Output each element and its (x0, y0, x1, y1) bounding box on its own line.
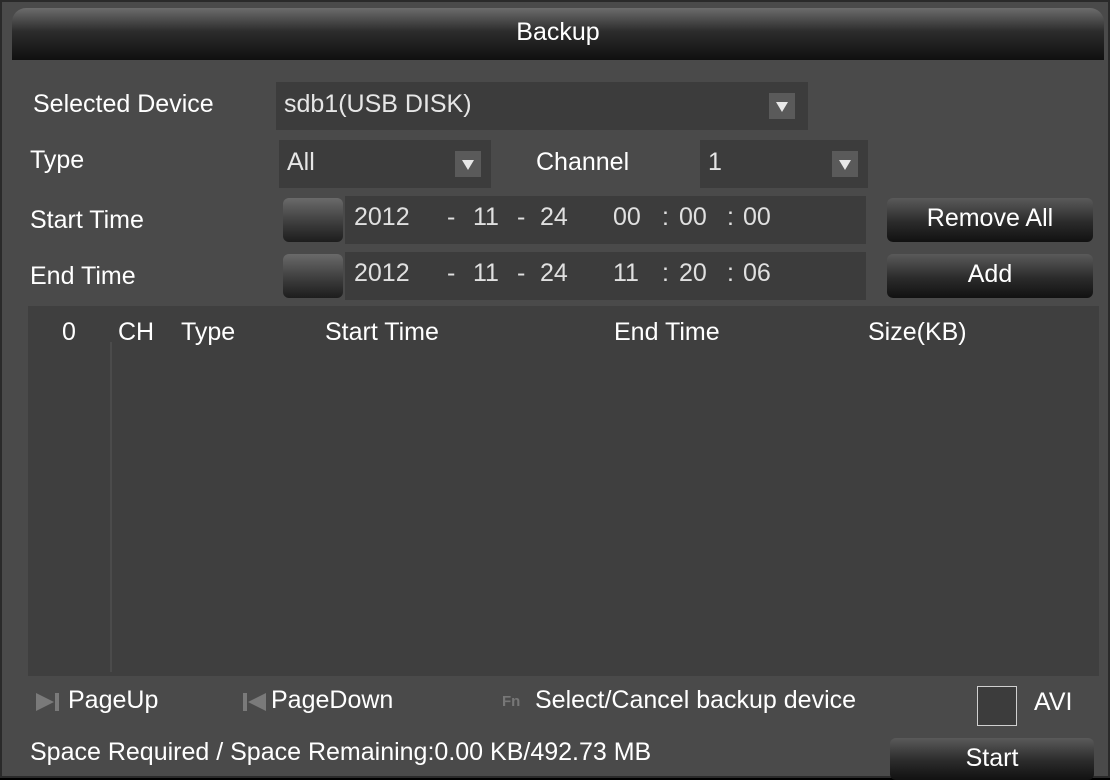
time-separator: : (662, 203, 669, 231)
start-second[interactable]: 00 (743, 203, 771, 232)
backup-file-list[interactable]: 0 CH Type Start Time End Time Size(KB) (28, 306, 1099, 676)
space-label: Space Required / Space Remaining: (30, 738, 435, 766)
page-down-icon (243, 693, 266, 711)
start-time-label: Start Time (30, 206, 144, 234)
column-header-size: Size(KB) (868, 318, 967, 346)
avi-label: AVI (1034, 688, 1073, 716)
start-day[interactable]: 24 (540, 203, 568, 232)
start-month[interactable]: 11 (473, 203, 499, 232)
start-minute[interactable]: 00 (679, 203, 707, 232)
add-label: Add (967, 260, 1013, 288)
time-separator: : (662, 259, 669, 287)
channel-value: 1 (708, 148, 722, 176)
end-minute[interactable]: 20 (679, 259, 707, 288)
start-calendar-button[interactable] (283, 198, 343, 242)
selected-device-label: Selected Device (33, 90, 214, 118)
selected-device-dropdown[interactable]: sdb1(USB DISK) (276, 82, 808, 130)
window-title: Backup (516, 18, 600, 46)
end-calendar-button[interactable] (283, 254, 343, 298)
title-bar: Backup (12, 8, 1104, 60)
start-time-field[interactable]: 2012 - 11 - 24 00 : 00 : 00 (345, 196, 866, 244)
date-separator: - (517, 259, 526, 287)
column-header-index: 0 (62, 318, 76, 346)
column-header-channel: CH (118, 318, 155, 346)
fn-key-icon: Fn (502, 693, 521, 710)
start-backup-button[interactable]: Start (890, 738, 1094, 780)
page-up-icon (36, 693, 59, 711)
start-label: Start (965, 744, 1019, 772)
end-time-label: End Time (30, 262, 136, 290)
backup-window: Backup Selected Device sdb1(USB DISK) Ty… (0, 0, 1110, 780)
column-divider (110, 342, 112, 672)
end-month[interactable]: 11 (473, 259, 499, 288)
time-separator: : (727, 259, 734, 287)
date-separator: - (447, 259, 456, 287)
end-hour[interactable]: 11 (613, 259, 639, 288)
channel-dropdown[interactable]: 1 (700, 140, 868, 188)
type-dropdown[interactable]: All (279, 140, 491, 188)
start-hour[interactable]: 00 (613, 203, 641, 232)
date-separator: - (517, 203, 526, 231)
remove-all-label: Remove All (926, 204, 1054, 232)
channel-label: Channel (536, 148, 630, 176)
type-value: All (287, 148, 315, 176)
chevron-down-icon[interactable] (455, 151, 481, 177)
select-cancel-device-label: Select/Cancel backup device (535, 686, 857, 714)
type-label: Type (30, 146, 85, 174)
chevron-down-icon[interactable] (832, 151, 858, 177)
avi-checkbox[interactable] (977, 686, 1017, 726)
time-separator: : (727, 203, 734, 231)
page-down-label[interactable]: PageDown (271, 686, 393, 715)
add-button[interactable]: Add (887, 254, 1093, 298)
end-day[interactable]: 24 (540, 259, 568, 288)
selected-device-value: sdb1(USB DISK) (284, 90, 472, 118)
chevron-down-icon[interactable] (769, 93, 795, 119)
start-year[interactable]: 2012 (354, 203, 410, 232)
date-separator: - (447, 203, 456, 231)
column-header-start-time: Start Time (325, 318, 439, 346)
column-header-end-time: End Time (614, 318, 720, 346)
end-second[interactable]: 06 (743, 259, 771, 288)
page-up-label[interactable]: PageUp (68, 686, 158, 715)
remove-all-button[interactable]: Remove All (887, 198, 1093, 242)
end-year[interactable]: 2012 (354, 259, 410, 288)
space-value: 0.00 KB/492.73 MB (434, 738, 652, 766)
space-info: Space Required / Space Remaining:0.00 KB… (30, 738, 651, 767)
column-header-type: Type (181, 318, 236, 346)
end-time-field[interactable]: 2012 - 11 - 24 11 : 20 : 06 (345, 252, 866, 300)
